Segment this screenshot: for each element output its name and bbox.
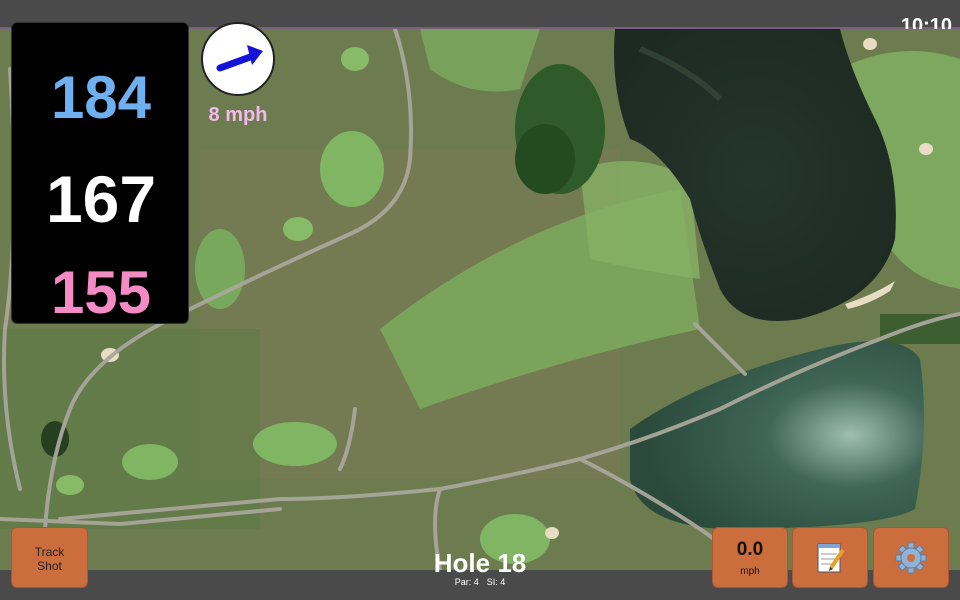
gear-icon [895,542,927,574]
wind-indicator [201,22,275,96]
settings-button[interactable] [873,527,949,588]
track-shot-label-line2: Shot [37,559,62,573]
back-distance: 184 [50,64,152,131]
hole-details: Par: 4 SI: 4 [380,577,580,587]
hole-stroke-index: SI: 4 [486,577,506,587]
speed-value: 0.0 [736,539,764,560]
track-shot-button[interactable]: Track Shot [11,527,88,588]
center-distance: 167 [45,162,157,236]
track-shot-label-line1: Track [34,545,65,559]
speed-unit: mph [740,566,760,577]
track-shot-label: Track Shot [12,545,87,573]
notepad-icon [817,543,845,573]
hole-title: Hole 18 [433,548,527,578]
speed-button[interactable]: 0.0 mph [712,527,788,588]
hole-par: Par: 4 [454,577,479,587]
front-distance: 155 [50,259,152,326]
notes-button[interactable] [792,527,868,588]
wind-direction-arrow-icon [216,45,263,72]
distance-panel: 184 167 155 [11,22,189,326]
wind-speed-label: 8 mph [208,104,268,126]
